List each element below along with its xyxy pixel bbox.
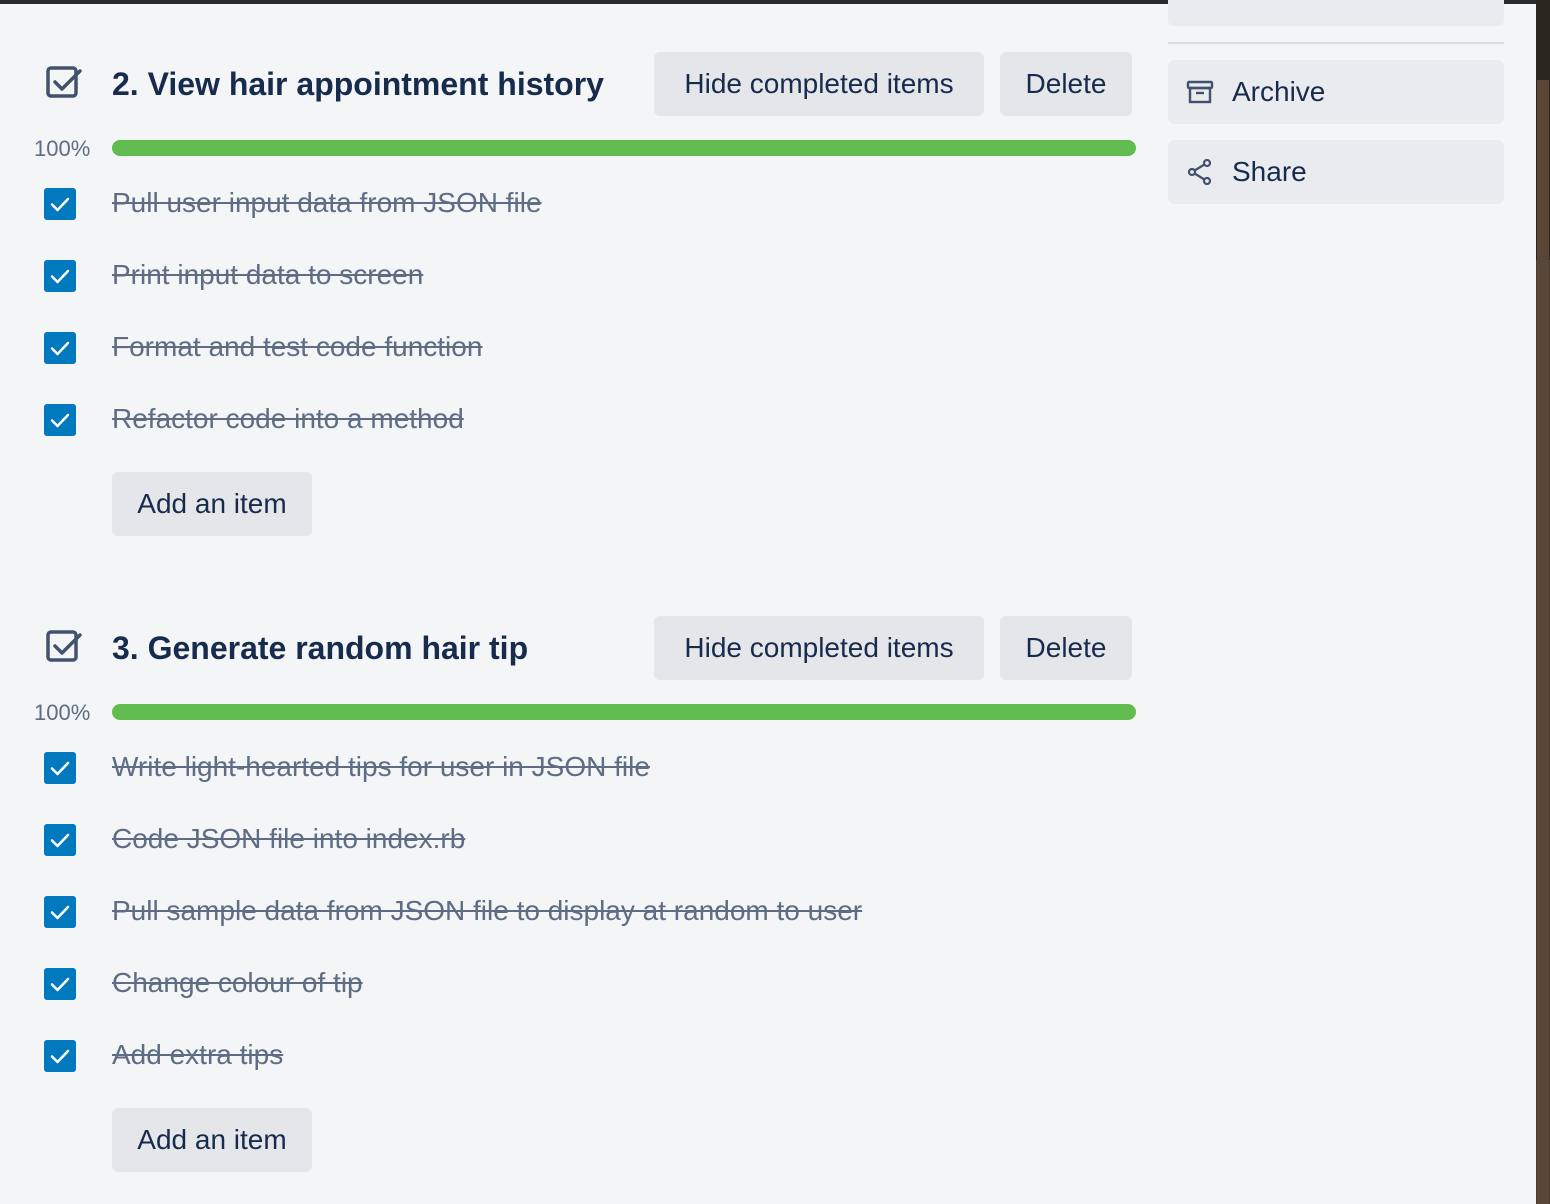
checklist-icon: [44, 64, 84, 104]
checkbox-checked[interactable]: [44, 752, 76, 784]
window-right-edge: [1536, 0, 1550, 1204]
delete-checklist-button[interactable]: Delete: [1000, 616, 1132, 680]
checkmark-icon: [50, 1049, 70, 1064]
checklist-item-text[interactable]: Add extra tips: [112, 1038, 283, 1072]
hide-completed-items-button[interactable]: Hide completed items: [654, 616, 984, 680]
checklist-item[interactable]: Refactor code into a method: [0, 398, 1150, 446]
checkbox-checked[interactable]: [44, 260, 76, 292]
checklist-item-text[interactable]: Format and test code function: [112, 330, 482, 364]
checklist-item[interactable]: Pull sample data from JSON file to displ…: [0, 890, 1150, 938]
checkbox-checked[interactable]: [44, 1040, 76, 1072]
checklist-item[interactable]: Print input data to screen: [0, 254, 1150, 302]
checklist-item-text[interactable]: Refactor code into a method: [112, 402, 464, 436]
checklist-item-text[interactable]: Print input data to screen: [112, 258, 423, 292]
checklist-title[interactable]: 3. Generate random hair tip: [112, 628, 528, 668]
checkbox-checked[interactable]: [44, 404, 76, 436]
sidebar-button-partial[interactable]: [1168, 0, 1504, 26]
delete-checklist-button[interactable]: Delete: [1000, 52, 1132, 116]
checklist-item-text[interactable]: Pull sample data from JSON file to displ…: [112, 894, 862, 928]
share-icon: [1187, 159, 1212, 185]
share-button[interactable]: Share: [1168, 140, 1504, 204]
archive-label: Archive: [1232, 76, 1326, 107]
progress-bar: [112, 140, 1136, 156]
progress-percent: 100%: [34, 700, 91, 725]
checklist-item-text[interactable]: Write light-hearted tips for user in JSO…: [112, 750, 650, 784]
checklist-item[interactable]: Code JSON file into index.rb: [0, 818, 1150, 866]
checkmark-icon: [50, 905, 70, 920]
checklist-item-text[interactable]: Pull user input data from JSON file: [112, 186, 542, 220]
add-item-button[interactable]: Add an item: [112, 472, 312, 536]
checkbox-checked[interactable]: [44, 824, 76, 856]
checkmark-icon: [50, 269, 70, 284]
checklist-item[interactable]: Change colour of tip: [0, 962, 1150, 1010]
progress-bar: [112, 704, 1136, 720]
hide-completed-items-button[interactable]: Hide completed items: [654, 52, 984, 116]
checklist-title[interactable]: 2. View hair appointment history: [112, 64, 604, 104]
share-label: Share: [1232, 156, 1307, 187]
checkmark-icon: [50, 977, 70, 992]
checklist-item[interactable]: Format and test code function: [0, 326, 1150, 374]
checklist-item[interactable]: Write light-hearted tips for user in JSO…: [0, 746, 1150, 794]
checkbox-checked[interactable]: [44, 968, 76, 1000]
checkmark-icon: [50, 833, 70, 848]
checkmark-icon: [50, 341, 70, 356]
checklist-item[interactable]: Pull user input data from JSON file: [0, 182, 1150, 230]
scrollbar[interactable]: [1537, 80, 1549, 1204]
checklist-item-text[interactable]: Code JSON file into index.rb: [112, 822, 465, 856]
checkmark-icon: [50, 761, 70, 776]
archive-icon: [1186, 80, 1214, 104]
checklist-item[interactable]: Add extra tips: [0, 1034, 1150, 1082]
checklist-item-text[interactable]: Change colour of tip: [112, 966, 363, 1000]
checkbox-checked[interactable]: [44, 332, 76, 364]
progress-percent: 100%: [34, 136, 91, 161]
checkbox-checked[interactable]: [44, 896, 76, 928]
checkbox-checked[interactable]: [44, 188, 76, 220]
checklist-icon: [44, 628, 84, 668]
archive-button[interactable]: Archive: [1168, 60, 1504, 124]
add-item-button[interactable]: Add an item: [112, 1108, 312, 1172]
checkmark-icon: [50, 413, 70, 428]
sidebar-divider: [1168, 42, 1504, 44]
checkmark-icon: [50, 197, 70, 212]
